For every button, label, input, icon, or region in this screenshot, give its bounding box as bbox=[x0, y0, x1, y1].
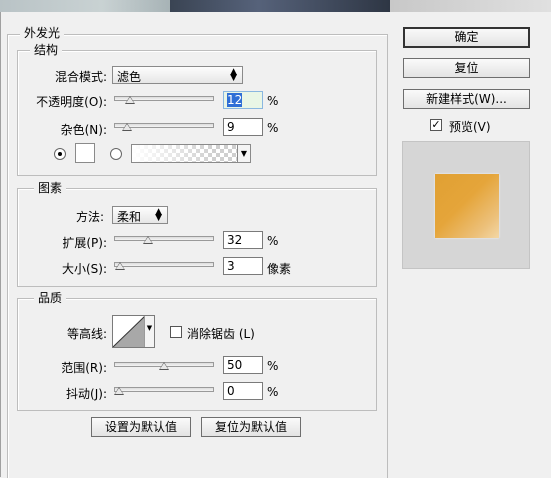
opacity-value: 12 bbox=[227, 93, 243, 107]
noise-input[interactable]: 9 bbox=[223, 118, 263, 136]
structure-title: 结构 bbox=[30, 41, 63, 58]
opacity-input[interactable]: 12 bbox=[223, 91, 263, 109]
updown-arrow-icon: ▲ ▼ bbox=[155, 207, 162, 223]
size-slider-thumb[interactable] bbox=[115, 262, 126, 270]
preview-checkbox[interactable]: ✓ bbox=[430, 119, 442, 131]
glow-color-swatch[interactable] bbox=[75, 143, 95, 163]
preview-label: 预览(V) bbox=[449, 120, 491, 134]
noise-label: 杂色(N): bbox=[60, 123, 107, 137]
size-unit: 像素 bbox=[267, 262, 292, 276]
opacity-unit: % bbox=[267, 94, 279, 108]
quality-title: 品质 bbox=[34, 289, 67, 306]
spread-label: 扩展(P): bbox=[62, 236, 107, 250]
jitter-unit: % bbox=[267, 385, 279, 399]
contour-picker[interactable]: ▼ bbox=[112, 315, 155, 348]
noise-slider-thumb[interactable] bbox=[122, 123, 133, 131]
size-value: 3 bbox=[227, 259, 235, 273]
jitter-value: 0 bbox=[227, 384, 235, 398]
range-label: 范围(R): bbox=[61, 361, 107, 375]
contour-label: 等高线: bbox=[66, 327, 107, 341]
solid-color-radio[interactable] bbox=[54, 148, 66, 160]
spread-unit: % bbox=[267, 234, 279, 248]
linear-contour-icon bbox=[113, 316, 145, 347]
antialias-label: 消除锯齿 (L) bbox=[187, 327, 255, 341]
blend-mode-label: 混合模式: bbox=[54, 70, 107, 84]
reset-default-button[interactable]: 复位为默认值 bbox=[201, 417, 301, 437]
blend-mode-select[interactable]: 滤色 ▲ ▼ bbox=[112, 66, 243, 84]
outer-glow-title: 外发光 bbox=[20, 24, 65, 41]
noise-unit: % bbox=[267, 121, 279, 135]
new-style-button[interactable]: 新建样式(W)... bbox=[403, 89, 530, 109]
spread-input[interactable]: 32 bbox=[223, 231, 263, 249]
size-slider-track[interactable] bbox=[114, 262, 214, 267]
jitter-slider-track[interactable] bbox=[114, 387, 214, 392]
noise-value: 9 bbox=[227, 120, 235, 134]
range-input[interactable]: 50 bbox=[223, 356, 263, 374]
gradient-picker[interactable]: ▼ bbox=[131, 144, 251, 163]
technique-value: 柔和 bbox=[117, 210, 142, 224]
preview-swatch bbox=[435, 174, 499, 238]
chevron-down-icon[interactable]: ▼ bbox=[144, 316, 154, 347]
opacity-slider-thumb[interactable] bbox=[124, 96, 135, 104]
range-slider-thumb[interactable] bbox=[159, 362, 169, 370]
technique-label: 方法: bbox=[75, 210, 104, 224]
range-value: 50 bbox=[227, 358, 243, 372]
range-unit: % bbox=[267, 359, 279, 373]
spread-slider-thumb[interactable] bbox=[142, 236, 153, 244]
size-input[interactable]: 3 bbox=[223, 257, 263, 275]
preview-area bbox=[402, 141, 530, 269]
opacity-label: 不透明度(O): bbox=[36, 95, 107, 109]
jitter-input[interactable]: 0 bbox=[223, 382, 263, 400]
size-label: 大小(S): bbox=[61, 262, 107, 276]
gradient-radio[interactable] bbox=[110, 148, 122, 160]
jitter-label: 抖动(J): bbox=[66, 387, 107, 401]
spread-slider-track[interactable] bbox=[114, 236, 214, 241]
set-default-button[interactable]: 设置为默认值 bbox=[91, 417, 191, 437]
spread-value: 32 bbox=[227, 233, 243, 247]
reset-button[interactable]: 复位 bbox=[403, 58, 530, 78]
ok-button[interactable]: 确定 bbox=[403, 27, 530, 48]
technique-select[interactable]: 柔和 ▲ ▼ bbox=[112, 206, 168, 224]
checkmark-icon: ✓ bbox=[431, 118, 441, 131]
background-window-strip bbox=[0, 0, 551, 12]
dialog-left-border bbox=[0, 12, 1, 477]
antialias-checkbox[interactable] bbox=[170, 326, 182, 338]
updown-arrow-icon: ▲ ▼ bbox=[230, 67, 237, 83]
chevron-down-icon[interactable]: ▼ bbox=[237, 145, 250, 162]
jitter-slider-thumb[interactable] bbox=[114, 387, 124, 395]
blend-mode-value: 滤色 bbox=[117, 70, 142, 84]
elements-title: 图素 bbox=[34, 179, 67, 196]
